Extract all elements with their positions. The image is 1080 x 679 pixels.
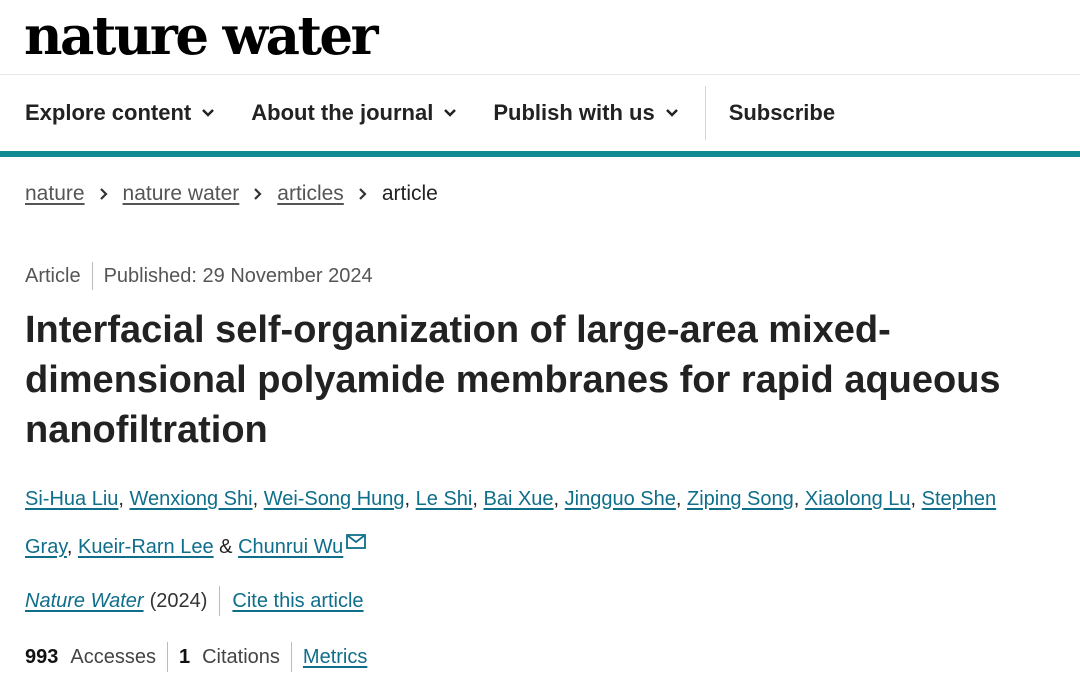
author-link[interactable]: Jingguo She <box>565 488 676 510</box>
author-link[interactable]: Le Shi <box>416 488 473 510</box>
citations-label: Citations <box>202 645 280 668</box>
chevron-down-icon <box>665 108 679 118</box>
author-list: Si-Hua Liu, Wenxiong Shi, Wei-Song Hung,… <box>25 477 1070 569</box>
article-meta: Article Published: 29 November 2024 <box>25 262 373 290</box>
mail-icon[interactable] <box>346 521 367 565</box>
journal-year: (2024) <box>149 589 208 612</box>
breadcrumb-current: article <box>381 182 438 205</box>
article-metrics: 993 Accesses 1 Citations Metrics <box>25 642 367 672</box>
author-separator: , <box>910 488 922 510</box>
breadcrumb-link-articles[interactable]: articles <box>277 182 344 206</box>
breadcrumb: nature nature water articles article <box>25 182 438 206</box>
metrics-divider <box>290 642 292 672</box>
metrics-divider <box>166 642 168 672</box>
breadcrumb-link-nature-water[interactable]: nature water <box>123 182 240 206</box>
nav-publish-with-us[interactable]: Publish with us <box>493 100 678 126</box>
nav-explore-content[interactable]: Explore content <box>25 100 215 126</box>
accesses-label: Accesses <box>70 645 156 668</box>
author-link[interactable]: Bai Xue <box>483 488 553 510</box>
breadcrumb-link-nature[interactable]: nature <box>25 182 85 206</box>
author-separator: , <box>472 488 484 510</box>
author-separator: , <box>66 536 78 558</box>
chevron-right-icon <box>99 187 109 201</box>
author-link[interactable]: Wenxiong Shi <box>130 488 253 510</box>
author-link[interactable]: Kueir-Rarn Lee <box>78 536 214 558</box>
nav-subscribe-label: Subscribe <box>728 100 836 125</box>
nature-water-logo[interactable]: nature water <box>24 4 379 68</box>
metrics-link[interactable]: Metrics <box>303 646 367 669</box>
author-link[interactable]: Xiaolong Lu <box>805 488 911 510</box>
nav-divider <box>704 86 706 140</box>
author-link[interactable]: Ziping Song <box>687 488 794 510</box>
author-separator: , <box>404 488 416 510</box>
author-link[interactable]: Chunrui Wu <box>238 536 343 558</box>
chevron-right-icon <box>253 187 263 201</box>
author-separator: , <box>553 488 565 510</box>
nav-publish-with-us-label: Publish with us <box>493 100 655 125</box>
nav-about-journal[interactable]: About the journal <box>251 100 457 126</box>
author-separator: , <box>675 488 687 510</box>
nav-about-journal-label: About the journal <box>251 100 434 125</box>
cite-this-article-link[interactable]: Cite this article <box>232 590 363 613</box>
author-separator: , <box>118 488 130 510</box>
journal-name-link[interactable]: Nature Water <box>25 590 144 613</box>
main-nav: Explore content About the journal Publis… <box>0 75 1080 157</box>
journal-divider <box>219 586 221 616</box>
author-separator: , <box>252 488 264 510</box>
article-title: Interfacial self-organization of large-a… <box>25 309 1001 451</box>
meta-divider <box>91 262 93 290</box>
site-header: nature water <box>0 0 1080 75</box>
published-date: Published: 29 November 2024 <box>103 264 373 287</box>
accesses-count: 993 <box>25 645 59 668</box>
journal-citation-line: Nature Water (2024) Cite this article <box>25 586 364 616</box>
nav-explore-content-label: Explore content <box>25 100 192 125</box>
author-link[interactable]: Si-Hua Liu <box>25 488 118 510</box>
author-separator: , <box>793 488 805 510</box>
article-type: Article <box>25 264 81 287</box>
author-separator: & <box>213 536 239 558</box>
chevron-down-icon <box>201 108 215 118</box>
journal-name: Nature Water <box>25 589 144 612</box>
chevron-down-icon <box>443 108 457 118</box>
chevron-right-icon <box>358 187 368 201</box>
nav-subscribe[interactable]: Subscribe <box>729 100 835 126</box>
citations-count: 1 <box>178 645 191 668</box>
author-link[interactable]: Wei-Song Hung <box>264 488 405 510</box>
